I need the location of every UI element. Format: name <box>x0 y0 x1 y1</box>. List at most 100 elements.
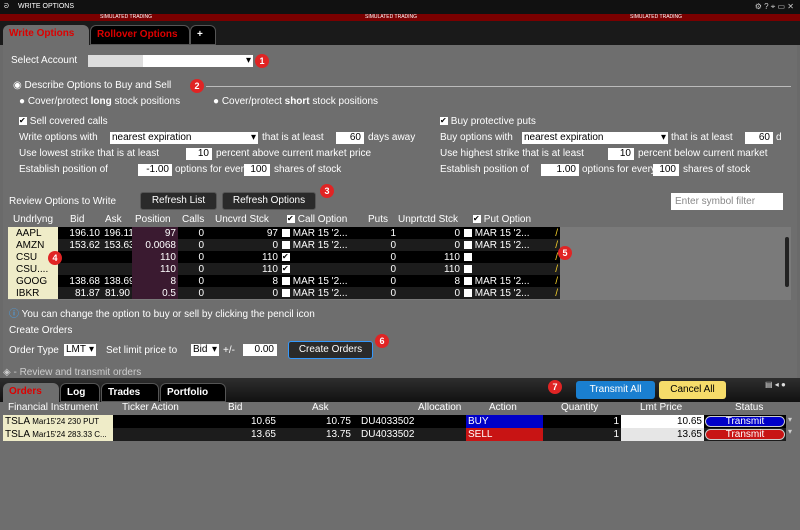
call-expiration-select[interactable]: nearest expiration <box>110 132 258 144</box>
col-header[interactable]: Undrlyng <box>13 214 53 225</box>
put-option-cell[interactable]: MAR 15 '2... / <box>462 275 560 287</box>
col-header[interactable]: Quantity <box>561 402 598 413</box>
col-header-call-option[interactable]: ✔ Call Option <box>287 214 347 225</box>
checkbox[interactable] <box>464 276 472 285</box>
col-header[interactable]: Position <box>135 214 171 225</box>
call-shares-input[interactable]: 100 <box>244 164 270 176</box>
put-shares-input[interactable]: 100 <box>653 164 679 176</box>
checkbox[interactable]: ✔ <box>282 252 290 261</box>
checkbox[interactable] <box>464 264 472 273</box>
window-controls-icons[interactable]: ⚙ ? ⌖ ▭ ✕ <box>755 0 794 14</box>
col-header-put-option[interactable]: ✔ Put Option <box>473 214 531 225</box>
col-header[interactable]: Financial Instrument <box>8 402 98 413</box>
put-option-cell[interactable]: / <box>462 251 560 263</box>
limit-price-cell[interactable]: 13.65 <box>621 428 704 441</box>
put-option-cell[interactable]: MAR 15 '2... / <box>462 287 560 299</box>
call-option-cell[interactable]: ✔ <box>280 251 368 263</box>
call-option-cell[interactable]: MAR 15 '2... <box>280 239 368 251</box>
put-option-cell[interactable]: MAR 15 '2... / <box>462 239 560 251</box>
radio-long[interactable]: ● Cover/protect long stock positions <box>19 96 180 107</box>
status-dropdown-icon[interactable]: ▾ <box>788 427 792 436</box>
table-row[interactable]: CSU.... 110 0 110 ✔ 0 110 / <box>8 263 560 275</box>
radio-short[interactable]: ● Cover/protect short stock positions <box>213 96 378 107</box>
col-header[interactable]: Puts <box>368 214 388 225</box>
put-position-input[interactable]: 1.00 <box>541 164 579 176</box>
checkbox[interactable] <box>282 240 290 249</box>
col-header[interactable]: Ask <box>312 402 329 413</box>
status-cell[interactable]: Transmit <box>704 428 786 441</box>
limit-price-cell[interactable]: 10.65 <box>621 415 704 428</box>
table-row[interactable]: CSU 110 0 110 ✔ 0 110 / <box>8 251 560 263</box>
table-row[interactable]: GOOG 138.68 138.69 8 0 8 MAR 15 '2... 0 … <box>8 275 560 287</box>
call-option-cell[interactable]: ✔ <box>280 263 368 275</box>
order-row[interactable]: TSLA Mar15'24 230 PUT 10.65 10.75 DU4033… <box>3 415 786 428</box>
cancel-all-button[interactable]: Cancel All <box>659 381 726 399</box>
put-option-cell[interactable]: MAR 15 '2... / <box>462 227 560 239</box>
offset-input[interactable]: 0.00 <box>243 344 277 356</box>
call-days-input[interactable]: 60 <box>336 132 364 144</box>
add-tab-button[interactable]: + <box>190 25 216 45</box>
col-header[interactable]: Ask <box>105 214 122 225</box>
call-option-cell[interactable]: MAR 15 '2... <box>280 275 368 287</box>
call-option-cell[interactable]: MAR 15 '2... <box>280 227 368 239</box>
create-orders-button[interactable]: Create Orders <box>288 341 373 359</box>
checkbox[interactable] <box>464 240 472 249</box>
put-option-cell[interactable]: / <box>462 263 560 275</box>
col-header[interactable]: Ticker Action <box>122 402 179 413</box>
checkbox[interactable] <box>464 288 472 297</box>
describe-section-toggle[interactable]: ◉ Describe Options to Buy and Sell <box>13 80 171 91</box>
refresh-options-button[interactable]: Refresh Options <box>222 192 316 210</box>
col-header[interactable]: Lmt Price <box>640 402 682 413</box>
table-row[interactable]: AAPL 196.10 196.11 97 0 97 MAR 15 '2... … <box>8 227 560 239</box>
limit-ref-select[interactable]: Bid <box>191 344 219 356</box>
tab-log[interactable]: Log <box>60 383 100 402</box>
account-select[interactable] <box>88 55 253 67</box>
buy-protective-puts-checkbox[interactable]: ✔ Buy protective puts <box>440 116 536 127</box>
col-header[interactable]: Status <box>735 402 763 413</box>
status-dropdown-icon[interactable]: ▾ <box>788 415 792 424</box>
panel-tools-icons[interactable]: ▤ ◂ ● <box>765 380 786 389</box>
checkbox[interactable] <box>282 288 290 297</box>
call-option-cell[interactable]: MAR 15 '2... <box>280 287 368 299</box>
tab-trades[interactable]: Trades <box>101 383 159 402</box>
tab-portfolio[interactable]: Portfolio <box>160 383 226 402</box>
pencil-icon[interactable]: / <box>555 264 558 275</box>
col-header[interactable]: Allocation <box>418 402 461 413</box>
col-header[interactable]: Unprtctd Stck <box>398 214 458 225</box>
col-header[interactable]: Uncvrd Stck <box>215 214 269 225</box>
transmit-all-button[interactable]: Transmit All <box>576 381 655 399</box>
status-cell[interactable]: Transmit <box>704 415 786 428</box>
checkbox[interactable] <box>282 276 290 285</box>
table-row[interactable]: IBKR 81.87 81.90 0.5 0 0 MAR 15 '2... 0 … <box>8 287 560 299</box>
symbol-filter-input[interactable]: Enter symbol filter <box>671 193 783 210</box>
order-row[interactable]: TSLA Mar15'24 283.33 C... 13.65 13.75 DU… <box>3 428 786 441</box>
transmit-button[interactable]: Transmit <box>705 429 785 440</box>
refresh-list-button[interactable]: Refresh List <box>140 192 217 210</box>
call-percent-input[interactable]: 10 <box>186 148 212 160</box>
col-header[interactable]: Bid <box>70 214 84 225</box>
col-header[interactable]: Bid <box>228 402 242 413</box>
tab-rollover-options[interactable]: Rollover Options <box>90 25 190 45</box>
put-days-input[interactable]: 60 <box>745 132 773 144</box>
col-header[interactable]: Calls <box>182 214 204 225</box>
checkbox[interactable] <box>464 228 472 237</box>
pencil-icon[interactable]: / <box>555 276 558 287</box>
order-type-select[interactable]: LMT <box>64 344 96 356</box>
pencil-icon[interactable]: / <box>555 240 558 251</box>
checkbox[interactable] <box>464 252 472 261</box>
scrollbar[interactable] <box>783 229 791 299</box>
sell-covered-calls-checkbox[interactable]: ✔ Sell covered calls <box>19 116 108 127</box>
tab-write-options[interactable]: Write Options <box>3 25 89 45</box>
col-header[interactable]: Action <box>489 402 517 413</box>
pencil-icon[interactable]: / <box>555 228 558 239</box>
put-expiration-select[interactable]: nearest expiration <box>522 132 668 144</box>
table-row[interactable]: AMZN 153.62 153.63 0.0068 0 0 MAR 15 '2.… <box>8 239 560 251</box>
review-transmit-toggle[interactable]: ◈ - Review and transmit orders <box>3 367 141 378</box>
checkbox[interactable] <box>282 228 290 237</box>
tab-orders[interactable]: Orders <box>3 383 59 402</box>
put-percent-input[interactable]: 10 <box>608 148 634 160</box>
transmit-button[interactable]: Transmit <box>705 416 785 427</box>
checkbox[interactable]: ✔ <box>282 264 290 273</box>
pencil-icon[interactable]: / <box>555 288 558 299</box>
call-position-input[interactable]: -1.00 <box>138 164 172 176</box>
